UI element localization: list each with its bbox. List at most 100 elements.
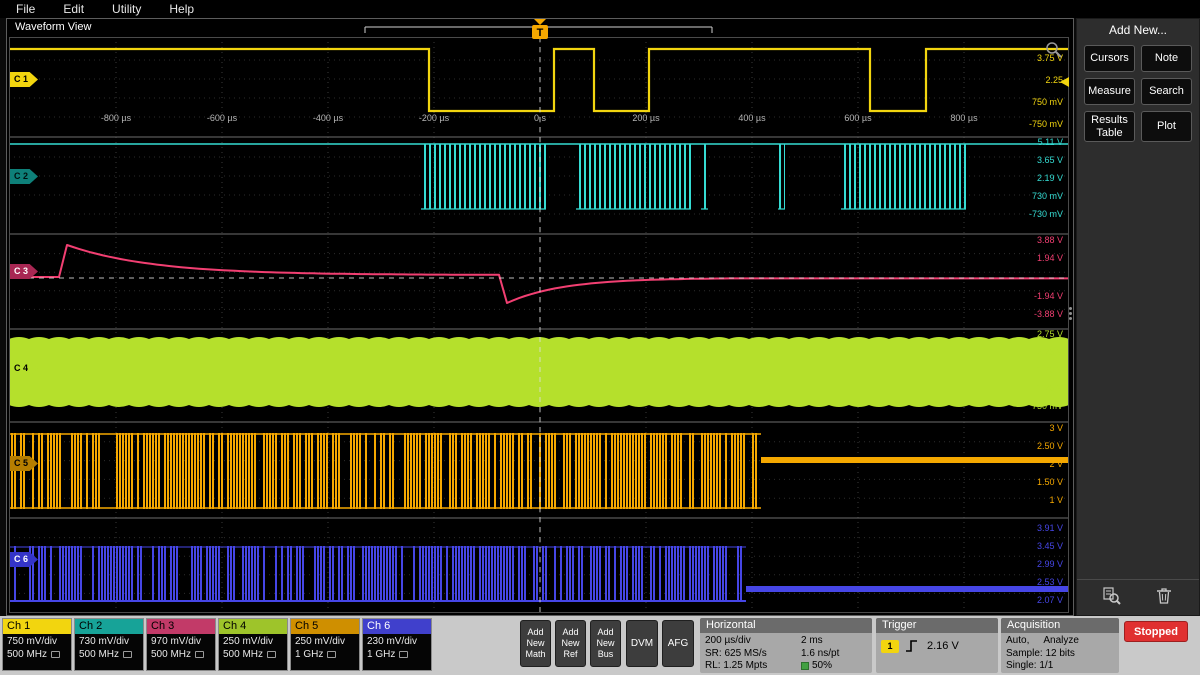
scale-label: 2.75 V [1037,329,1063,339]
menu-help[interactable]: Help [169,2,194,16]
horizontal-window: 2 ms [801,635,823,648]
channel-vdiv: 250 mV/div [219,634,287,647]
add-new-results-table-button[interactable]: Results Table [1084,111,1135,142]
waveform-view-window: Waveform View T -800 µs-600 µs-400 µs-20… [6,18,1074,616]
acquisition-single: Single: 1/1 [1006,660,1114,673]
add-new-note-button[interactable]: Note [1141,45,1192,72]
channel-badge-6[interactable]: Ch 6230 mV/div1 GHz [362,618,432,671]
time-axis-label: -800 µs [86,113,146,123]
acquisition-sample: Sample: 12 bits [1006,648,1114,661]
add-new-panel: Add New... CursorsNoteMeasureSearchResul… [1076,18,1200,616]
bandwidth-limit-icon [267,651,276,658]
channel-bandwidth: 1 GHz [363,647,431,660]
scale-label: 2.07 V [1037,595,1063,605]
zoom-overview-bar[interactable]: T [7,19,1075,43]
scale-label: -3.88 V [1034,309,1063,319]
scale-label: 1.50 V [1037,477,1063,487]
add-new-math-button[interactable]: AddNewMath [520,620,551,667]
bandwidth-limit-icon [51,651,60,658]
time-axis-label: 200 µs [616,113,676,123]
scale-label: 1.25 V [1037,383,1063,393]
waveform-canvas[interactable] [9,37,1069,613]
scale-label: 3.65 V [1037,155,1063,165]
svg-text:T: T [537,27,544,39]
trigger-position-marker[interactable]: T [532,19,548,39]
horizontal-scale: 200 µs/div [705,635,801,648]
scale-label: 730 mV [1032,191,1063,201]
trigger-level-arrow[interactable] [1060,77,1069,87]
menu-file[interactable]: File [16,2,35,16]
channel-badge-label: Ch 6 [363,619,431,634]
waveform-plot[interactable]: -800 µs-600 µs-400 µs-200 µs0 s200 µs400… [9,37,1069,613]
horizontal-resolution: 1.6 ns/pt [801,648,839,661]
channel-badge-4[interactable]: Ch 4250 mV/div500 MHz [218,618,288,671]
scale-label: 2.99 V [1037,559,1063,569]
time-axis-label: -200 µs [404,113,464,123]
channel-badge-label: Ch 1 [3,619,71,634]
trigger-source-badge: 1 [881,640,899,653]
channel-vdiv: 750 mV/div [3,634,71,647]
scale-label: 3.88 V [1037,235,1063,245]
panel-drag-handle[interactable] [1069,305,1072,322]
horizontal-record-length: RL: 1.25 Mpts [705,660,801,673]
channel-badge-label: Ch 2 [75,619,143,634]
scale-label: -750 mV [1029,119,1063,129]
channel-vdiv: 250 mV/div [291,634,359,647]
channel-badge-2[interactable]: Ch 2730 mV/div500 MHz [74,618,144,671]
zoom-icon[interactable] [1045,41,1063,59]
zoom-results-button[interactable] [1094,584,1130,612]
add-new-measure-button[interactable]: Measure [1084,78,1135,105]
add-new-cursors-button[interactable]: Cursors [1084,45,1135,72]
channel-bandwidth: 500 MHz [219,647,287,660]
scale-label: 3.91 V [1037,523,1063,533]
add-new-bus-button[interactable]: AddNewBus [590,620,621,667]
bandwidth-limit-icon [327,651,336,658]
channel-bandwidth: 1 GHz [291,647,359,660]
results-footer [1077,579,1199,615]
channel-bandwidth: 500 MHz [75,647,143,660]
scale-label: 2.53 V [1037,577,1063,587]
time-axis-label: 0 s [510,113,570,123]
add-new-search-button[interactable]: Search [1141,78,1192,105]
trigger-title: Trigger [876,618,998,633]
scale-label: 1.75 V [1037,365,1063,375]
scale-label: 3.45 V [1037,541,1063,551]
position-indicator-icon [801,662,809,670]
add-new-plot-button[interactable]: Plot [1141,111,1192,142]
menu-edit[interactable]: Edit [63,2,84,16]
channel-badge-label: Ch 4 [219,619,287,634]
menu-utility[interactable]: Utility [112,2,141,16]
horizontal-title: Horizontal [700,618,872,633]
acquisition-badge[interactable]: Acquisition Auto, Analyze Sample: 12 bit… [1001,618,1119,673]
channel-badge-3[interactable]: Ch 3970 mV/div500 MHz [146,618,216,671]
horizontal-badge[interactable]: Horizontal 200 µs/div 2 ms SR: 625 MS/s … [700,618,872,673]
scale-label: 750 mV [1032,401,1063,411]
bandwidth-limit-icon [123,651,132,658]
rising-edge-icon [905,639,921,653]
trigger-badge[interactable]: Trigger 1 2.16 V [876,618,998,673]
channel-badge-5[interactable]: Ch 5250 mV/div1 GHz [290,618,360,671]
afg-button[interactable]: AFG [662,620,694,667]
settings-bar: Ch 1750 mV/div500 MHzCh 2730 mV/div500 M… [0,616,1200,675]
time-axis-label: 400 µs [722,113,782,123]
channel-badge-1[interactable]: Ch 1750 mV/div500 MHz [2,618,72,671]
stopped-button[interactable]: Stopped [1124,621,1188,642]
channel-bandwidth: 500 MHz [3,647,71,660]
add-new-title: Add New... [1077,23,1199,37]
scale-label: 1 V [1049,495,1063,505]
scale-label: -1.94 V [1034,291,1063,301]
scale-label: 2.19 V [1037,173,1063,183]
channel-vdiv: 730 mV/div [75,634,143,647]
trash-icon [1154,586,1174,606]
menu-bar: File Edit Utility Help [0,0,1200,18]
trigger-level: 2.16 V [927,640,959,653]
dvm-button[interactable]: DVM [626,620,658,667]
add-new-ref-button[interactable]: AddNewRef [555,620,586,667]
scale-label: 5.11 V [1038,137,1063,147]
scale-label: 750 mV [1032,97,1063,107]
acquisition-analyze: Analyze [1043,635,1079,648]
scale-label: 2.25 V [1037,347,1063,357]
delete-button[interactable] [1146,584,1182,612]
scale-label: 3 V [1049,423,1063,433]
channel-vdiv: 230 mV/div [363,634,431,647]
